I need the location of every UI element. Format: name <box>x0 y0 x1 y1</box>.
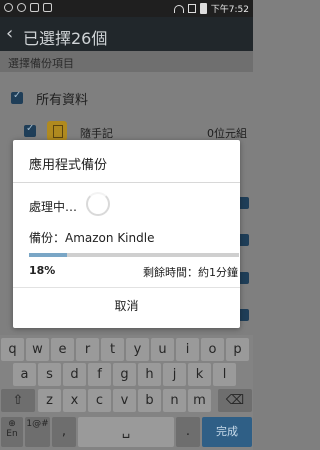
symbols-key-label: 1@# <box>26 419 49 429</box>
note-app-icon <box>47 121 67 141</box>
key-s[interactable]: s <box>38 363 61 386</box>
processing-label: 處理中… <box>29 200 78 214</box>
symbols-key[interactable]: 1@# <box>25 417 50 447</box>
section-header: 選擇備份項目 <box>0 51 253 72</box>
key-c[interactable]: c <box>88 389 111 412</box>
sync-icon <box>4 3 13 12</box>
key-e[interactable]: e <box>51 338 74 361</box>
key-h[interactable]: h <box>138 363 161 386</box>
all-data-row[interactable]: 所有資料 <box>0 77 253 115</box>
shift-arrow-icon: ⇧ <box>12 393 24 408</box>
space-bar-icon: ␣ <box>121 424 131 439</box>
all-data-label: 所有資料 <box>36 93 89 108</box>
note-size: 0位元組 <box>207 127 247 140</box>
language-key[interactable]: ⊕ En <box>1 417 23 447</box>
key-g[interactable]: g <box>113 363 136 386</box>
key-f[interactable]: f <box>88 363 111 386</box>
soft-keyboard: qwertyuiop asdfghjkl zxcvbnm ⇧ ⌫ ⊕ En 1@#… <box>0 335 253 450</box>
key-v[interactable]: v <box>113 389 136 412</box>
backspace-key[interactable]: ⌫ <box>218 389 252 412</box>
back-arrow-icon[interactable]: ‹ <box>6 23 13 44</box>
all-data-checkbox[interactable] <box>11 90 23 104</box>
globe-icon: ⊕ <box>8 419 16 429</box>
key-b[interactable]: b <box>138 389 161 412</box>
status-bar: 下午7:52 <box>0 0 253 17</box>
space-key[interactable]: ␣ <box>78 417 174 447</box>
key-l[interactable]: l <box>213 363 236 386</box>
battery-icon <box>199 3 207 14</box>
key-w[interactable]: w <box>26 338 49 361</box>
app-notification-icon <box>30 3 39 12</box>
backup-status-label: 備份：Amazon Kindle <box>29 231 155 245</box>
key-q[interactable]: q <box>1 338 24 361</box>
dialog-divider <box>13 182 240 183</box>
note-label: 隨手記 <box>80 127 113 140</box>
page-title: 已選擇26個 <box>23 29 108 48</box>
progress-bar <box>29 253 239 257</box>
loading-spinner-icon <box>86 192 110 216</box>
app-backup-dialog: 應用程式備份 處理中… 備份：Amazon Kindle 18% 剩餘時間：約1… <box>13 140 240 328</box>
key-d[interactable]: d <box>63 363 86 386</box>
key-z[interactable]: z <box>38 389 61 412</box>
wifi-icon <box>173 4 184 13</box>
key-r[interactable]: r <box>76 338 99 361</box>
progress-percent: 18% <box>29 264 56 277</box>
image-icon <box>43 3 52 12</box>
remaining-time: 剩餘時間：約1分鐘 <box>143 266 238 279</box>
key-p[interactable]: p <box>226 338 249 361</box>
status-left-icons <box>4 3 52 12</box>
key-u[interactable]: u <box>151 338 174 361</box>
comma-key[interactable]: , <box>52 417 76 447</box>
status-right-icons: 下午7:52 <box>173 2 249 15</box>
cancel-button[interactable]: 取消 <box>13 288 240 328</box>
clock-icon <box>17 3 26 12</box>
key-y[interactable]: y <box>126 338 149 361</box>
backspace-icon: ⌫ <box>225 393 245 408</box>
key-m[interactable]: m <box>188 389 211 412</box>
key-a[interactable]: a <box>13 363 36 386</box>
key-t[interactable]: t <box>101 338 124 361</box>
title-bar: ‹ 已選擇26個 <box>0 17 253 51</box>
period-key[interactable]: . <box>176 417 200 447</box>
key-k[interactable]: k <box>188 363 211 386</box>
key-i[interactable]: i <box>176 338 199 361</box>
dialog-title: 應用程式備份 <box>29 158 108 173</box>
shift-key[interactable]: ⇧ <box>1 389 35 412</box>
done-key[interactable]: 完成 <box>202 417 252 447</box>
note-checkbox[interactable] <box>24 123 36 137</box>
key-j[interactable]: j <box>163 363 186 386</box>
key-o[interactable]: o <box>201 338 224 361</box>
sim-icon <box>187 4 196 13</box>
key-n[interactable]: n <box>163 389 186 412</box>
key-x[interactable]: x <box>63 389 86 412</box>
progress-fill <box>29 253 67 257</box>
status-time: 下午7:52 <box>210 5 249 15</box>
